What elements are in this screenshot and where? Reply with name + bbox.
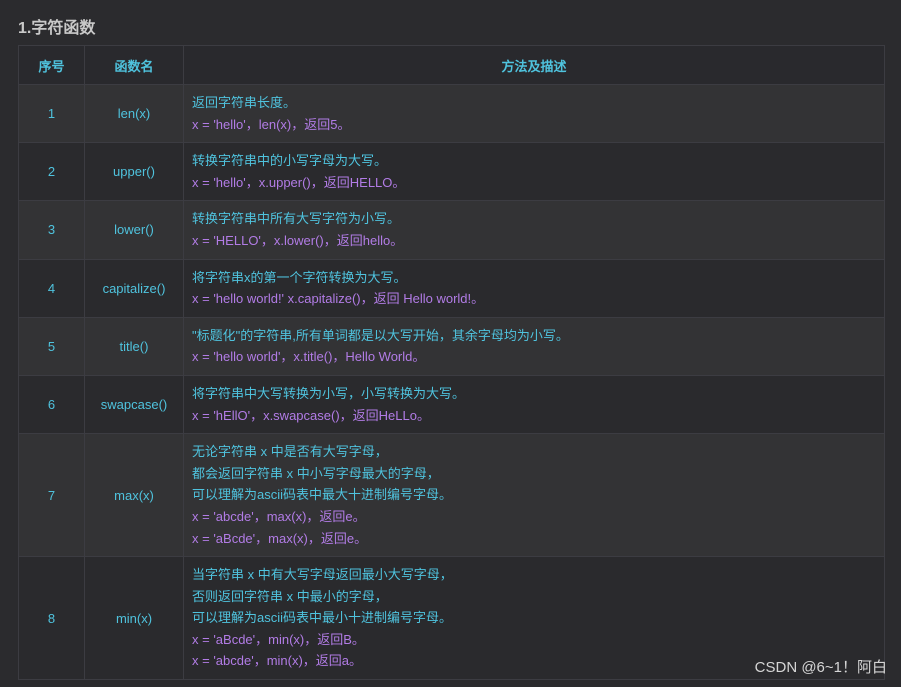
function-description: "标题化"的字符串,所有单词都是以大写开始，其余字母均为小写。 x = 'hell… xyxy=(183,316,885,376)
function-name: title() xyxy=(84,316,184,376)
row-number: 6 xyxy=(18,374,85,435)
table-row: 1 len(x) 返回字符串长度。 x = 'hello'，len(x)，返回5。 xyxy=(18,83,885,144)
function-description: 将字符串x的第一个字符转换为大写。 x = 'hello world!' x.ca… xyxy=(183,258,885,318)
description-line: 返回字符串长度。 xyxy=(192,95,297,110)
example-line: x = 'hEllO'，x.swapcase()，返回HeLLo。 xyxy=(192,407,430,423)
description-line: 转换字符串中的小写字母为大写。 xyxy=(192,153,388,169)
example-line: x = 'hello world!' x.capitalize()，返回 Hel… xyxy=(192,291,485,307)
header-name: 函数名 xyxy=(84,45,184,85)
row-number: 4 xyxy=(18,258,85,318)
function-description: 转换字符串中的小写字母为大写。 x = 'hello'，x.upper()，返回H… xyxy=(183,142,885,202)
row-number: 5 xyxy=(18,316,85,376)
row-number: 8 xyxy=(18,556,85,681)
section-heading: 1.字符函数 xyxy=(18,20,96,37)
example-line: x = 'hello'，len(x)，返回5。 xyxy=(192,116,351,132)
row-number: 1 xyxy=(18,83,85,144)
function-name: min(x) xyxy=(84,556,184,681)
description-line: 当字符串 x 中有大写字母返回最小大写字母， xyxy=(192,567,453,583)
function-description: 转换字符串中所有大写字符为小写。 x = 'HELLO'，x.lower()，返回… xyxy=(183,200,885,260)
description-line: 将字符串中大写转换为小写，小写转换为大写。 xyxy=(192,385,466,401)
table-row: 2 upper() 转换字符串中的小写字母为大写。 x = 'hello'，x.upp… xyxy=(18,142,885,202)
header-num: 序号 xyxy=(18,45,85,85)
header-desc: 方法及描述 xyxy=(183,45,885,85)
description-line: 转换字符串中所有大写字符为小写。 xyxy=(192,211,401,227)
function-name: upper() xyxy=(84,142,184,202)
function-description: 无论字符串 x 中是否有大写字母， 都会返回字符串 x 中小写字母最大的字母， 可以… xyxy=(183,433,885,558)
row-number: 7 xyxy=(18,433,85,558)
description-line: 将字符串x的第一个字符转换为大写。 xyxy=(192,269,407,285)
example-line: x = 'aBcde'，min(x)，返回B。 xyxy=(192,631,365,647)
description-line: 无论字符串 x 中是否有大写字母， xyxy=(192,444,388,460)
row-number: 2 xyxy=(18,142,85,202)
table-row: 6 swapcase() 将字符串中大写转换为小写，小写转换为大写。 x = 'hEl… xyxy=(18,374,885,435)
table-row: 7 max(x) 无论字符串 x 中是否有大写字母， 都会返回字符串 x 中小写字母最… xyxy=(18,433,885,558)
row-number: 3 xyxy=(18,200,85,260)
example-line: x = 'HELLO'，x.lower()，返回hello。 xyxy=(192,232,404,248)
description-line: 可以理解为ascii码表中最大十进制编号字母。 xyxy=(192,487,453,503)
table-header-row: 序号 函数名 方法及描述 xyxy=(18,45,885,85)
example-line: x = 'hello world'，x.title()，Hello World。 xyxy=(192,349,426,365)
table-row: 4 capitalize() 将字符串x的第一个字符转换为大写。 x = 'hello… xyxy=(18,258,885,318)
example-line: x = 'aBcde'，max(x)，返回e。 xyxy=(192,530,368,546)
function-name: len(x) xyxy=(84,83,184,144)
function-description: 将字符串中大写转换为小写，小写转换为大写。 x = 'hEllO'，x.swapc… xyxy=(183,374,885,435)
example-line: x = 'hello'，x.upper()，返回HELLO。 xyxy=(192,174,406,190)
function-name: swapcase() xyxy=(84,374,184,435)
table-row: 5 title() "标题化"的字符串,所有单词都是以大写开始，其余字母均为小写。 x… xyxy=(18,316,885,376)
description-line: 否则返回字符串 x 中最小的字母， xyxy=(192,588,388,604)
string-functions-table: 序号 函数名 方法及描述 1 len(x) 返回字符串长度。 x = 'hello'，… xyxy=(18,45,885,681)
function-name: max(x) xyxy=(84,433,184,558)
function-name: lower() xyxy=(84,200,184,260)
csdn-watermark: CSDN @6~1！阿白 xyxy=(754,659,887,676)
table-row: 3 lower() 转换字符串中所有大写字符为小写。 x = 'HELLO'，x.lo… xyxy=(18,200,885,260)
function-description: 返回字符串长度。 x = 'hello'，len(x)，返回5。 xyxy=(183,83,885,144)
description-line: 可以理解为ascii码表中最小十进制编号字母。 xyxy=(192,610,453,626)
description-line: "标题化"的字符串,所有单词都是以大写开始，其余字母均为小写。 xyxy=(192,327,569,343)
example-line: x = 'abcde'，max(x)，返回e。 xyxy=(192,508,366,524)
description-line: 都会返回字符串 x 中小写字母最大的字母， xyxy=(192,465,440,481)
function-name: capitalize() xyxy=(84,258,184,318)
